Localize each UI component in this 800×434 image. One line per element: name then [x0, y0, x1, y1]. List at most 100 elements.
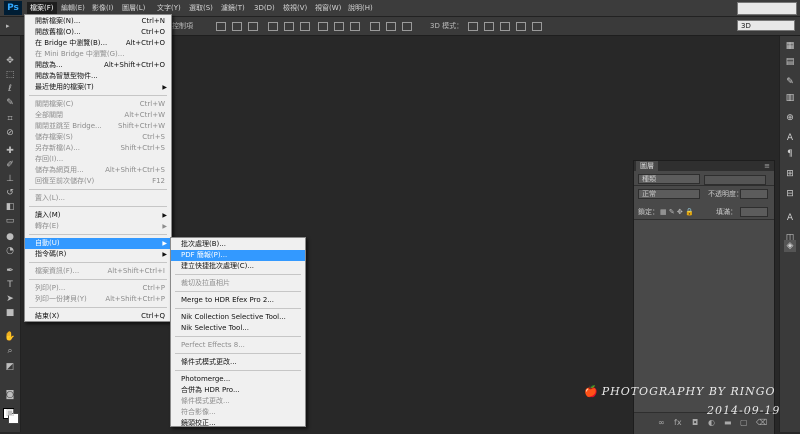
link-layers-icon[interactable]: ∞ — [658, 418, 665, 427]
pen-tool-icon[interactable]: ✒ — [4, 266, 16, 277]
layer-style-icon[interactable]: fx — [674, 418, 682, 427]
3d-slide-icon[interactable] — [516, 22, 526, 31]
align-right-icon[interactable] — [300, 22, 310, 31]
new-group-icon[interactable]: ▬ — [724, 418, 732, 427]
automate-menu-item-hdr-pro[interactable]: 合併為 HDR Pro... — [171, 385, 305, 396]
menu-image[interactable]: 影像(I) — [89, 2, 117, 14]
marquee-tool-icon[interactable]: ⬚ — [4, 70, 16, 81]
lasso-tool-icon[interactable]: ℓ — [4, 84, 16, 95]
file-menu-item-t[interactable]: 最近使用的檔案(T) ▶ — [25, 82, 171, 93]
quick-mask-icon[interactable]: ◙ — [4, 390, 16, 401]
menu-3d[interactable]: 3D(D) — [251, 2, 278, 14]
healing-brush-tool-icon[interactable]: ✚ — [4, 146, 16, 157]
search-field[interactable] — [737, 2, 797, 15]
3d-pan-icon[interactable] — [500, 22, 510, 31]
add-mask-icon[interactable]: ◘ — [692, 418, 698, 427]
properties-panel-icon[interactable]: ▤ — [784, 56, 796, 68]
fill-input[interactable] — [740, 207, 768, 217]
file-menu-item-x[interactable]: 結束(X) Ctrl+Q — [25, 311, 171, 322]
blend-mode-select[interactable]: 正常 — [638, 189, 700, 199]
panel-menu-icon[interactable]: ≡ — [764, 161, 770, 171]
eyedropper-tool-icon[interactable]: ⊘ — [4, 128, 16, 139]
filter-icons[interactable] — [704, 175, 766, 185]
automate-menu-item-nik-selective-tool[interactable]: Nik Selective Tool... — [171, 323, 305, 334]
crop-tool-icon[interactable]: ⌗ — [4, 114, 16, 125]
paragraph-panel-icon[interactable]: ¶ — [784, 148, 796, 160]
3d-roll-icon[interactable] — [484, 22, 494, 31]
menu-layer[interactable]: 圖層(L) — [119, 2, 148, 14]
path-select-tool-icon[interactable]: ➤ — [4, 294, 16, 305]
layer-kind-filter[interactable]: 種類 — [638, 174, 700, 184]
3d-scale-icon[interactable] — [532, 22, 542, 31]
menu-type[interactable]: 文字(Y) — [154, 2, 184, 14]
file-menu-item-4[interactable]: 開啟為... Alt+Shift+Ctrl+O — [25, 60, 171, 71]
move-tool-icon[interactable]: ✥ — [4, 56, 16, 67]
options-transform-controls-label[interactable]: 控制項 — [172, 20, 193, 32]
dodge-tool-icon[interactable]: ◔ — [4, 246, 16, 257]
menu-select[interactable]: 選取(S) — [186, 2, 216, 14]
brush-panel-icon[interactable]: ✎ — [784, 76, 796, 88]
layers-panel-icon[interactable]: ◈ — [784, 240, 796, 252]
distribute-top-icon[interactable] — [318, 22, 328, 31]
automate-menu-item-merge-to-hdr-efex-pro-2[interactable]: Merge to HDR Efex Pro 2... — [171, 295, 305, 306]
adjustment-layer-icon[interactable]: ◐ — [708, 418, 715, 427]
workspace-select[interactable]: 3D — [737, 20, 795, 31]
distribute-bottom-icon[interactable] — [350, 22, 360, 31]
clone-stamp-tool-icon[interactable]: ⊥ — [4, 174, 16, 185]
opacity-input[interactable] — [740, 189, 768, 199]
character-panel-icon[interactable]: A — [784, 132, 796, 144]
file-menu-item-5[interactable]: 開啟為智慧型物件... — [25, 71, 171, 82]
menu-edit[interactable]: 編輯(E) — [58, 2, 88, 14]
align-bottom-icon[interactable] — [248, 22, 258, 31]
align-vcenter-icon[interactable] — [232, 22, 242, 31]
menu-file[interactable]: 檔案(F) — [27, 2, 57, 14]
file-menu-item-u[interactable]: 自動(U) ▶ — [25, 238, 171, 249]
align-top-icon[interactable] — [216, 22, 226, 31]
file-menu-item-m[interactable]: 讀入(M) ▶ — [25, 210, 171, 221]
automate-menu-item-b[interactable]: 批次處理(B)... — [171, 239, 305, 250]
align-left-icon[interactable] — [268, 22, 278, 31]
menu-help[interactable]: 說明(H) — [345, 2, 376, 14]
type-tool-icon[interactable]: T — [4, 280, 16, 291]
file-menu-item-bridge-b[interactable]: 在 Bridge 中瀏覽(B)... Alt+Ctrl+O — [25, 38, 171, 49]
new-layer-icon[interactable]: ▢ — [740, 418, 748, 427]
automate-menu-item-19[interactable]: 鏡頭校正... — [171, 418, 305, 429]
brush-tool-icon[interactable]: ✐ — [4, 160, 16, 171]
file-menu-item-o[interactable]: 開啟舊檔(O)... Ctrl+O — [25, 27, 171, 38]
3d-rotate-icon[interactable] — [468, 22, 478, 31]
character-styles-icon[interactable]: A — [784, 212, 796, 224]
gradient-tool-icon[interactable]: ▭ — [4, 216, 16, 227]
distribute-hcenter-icon[interactable] — [386, 22, 396, 31]
hand-tool-icon[interactable]: ✋ — [4, 332, 16, 343]
clone-source-icon[interactable]: ⊕ — [784, 112, 796, 124]
eraser-tool-icon[interactable]: ◧ — [4, 202, 16, 213]
lock-options-icons[interactable]: ▦ ✎ ✥ 🔒 — [660, 207, 694, 217]
tab-layers[interactable]: 圖層 — [636, 161, 658, 171]
file-menu-item-n[interactable]: 開新檔案(N)... Ctrl+N — [25, 16, 171, 27]
shape-tool-icon[interactable]: ■ — [4, 308, 16, 319]
zoom-tool-icon[interactable]: ⌕ — [4, 346, 16, 357]
brush-presets-icon[interactable]: ▥ — [784, 92, 796, 104]
menu-view[interactable]: 檢視(V) — [280, 2, 310, 14]
distribute-right-icon[interactable] — [402, 22, 412, 31]
align-hcenter-icon[interactable] — [284, 22, 294, 31]
automate-menu-item-13[interactable]: 條件式模式更改... — [171, 357, 305, 368]
channels-panel-icon[interactable]: ⊟ — [784, 188, 796, 200]
default-colors-icon[interactable]: ◩ — [4, 362, 16, 373]
tool-preset-icon[interactable]: ▸ — [6, 22, 10, 30]
automate-menu-item-pdf-p[interactable]: PDF 簡報(P)... — [171, 250, 305, 261]
file-menu-item-r[interactable]: 指令碼(R) ▶ — [25, 249, 171, 260]
menu-filter[interactable]: 濾鏡(T) — [218, 2, 248, 14]
distribute-left-icon[interactable] — [370, 22, 380, 31]
automate-menu-item-c[interactable]: 建立快捷批次處理(C)... — [171, 261, 305, 272]
automate-menu-item-nik-collection-selective-tool[interactable]: Nik Collection Selective Tool... — [171, 312, 305, 323]
delete-layer-icon[interactable]: ⌫ — [756, 418, 767, 427]
history-panel-icon[interactable]: ▦ — [784, 40, 796, 52]
blur-tool-icon[interactable]: ● — [4, 232, 16, 243]
history-brush-tool-icon[interactable]: ↺ — [4, 188, 16, 199]
distribute-vcenter-icon[interactable] — [334, 22, 344, 31]
automate-menu-item-photomerge[interactable]: Photomerge... — [171, 374, 305, 385]
menu-window[interactable]: 視窗(W) — [312, 2, 344, 14]
quick-select-tool-icon[interactable]: ✎ — [4, 98, 16, 109]
screen-mode-icon[interactable]: ▣ — [4, 408, 16, 419]
